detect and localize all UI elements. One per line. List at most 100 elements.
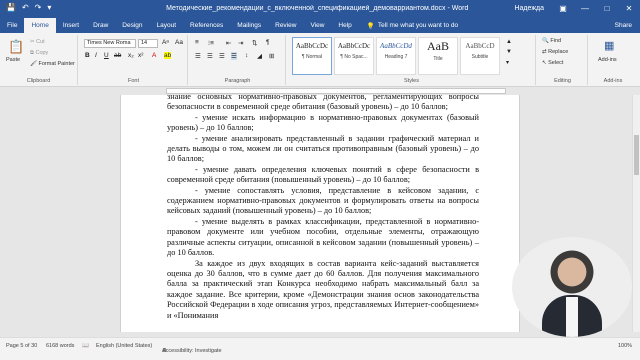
maximize-icon[interactable]: □ <box>596 4 618 13</box>
scroll-thumb[interactable] <box>634 135 639 175</box>
user-name[interactable]: Надежда <box>514 5 544 12</box>
document-paragraph[interactable]: - умение анализировать представленный в … <box>167 134 479 165</box>
sort-icon[interactable]: ⇅ <box>252 39 257 47</box>
addins-icon[interactable]: ▦ <box>604 39 614 52</box>
page-count[interactable]: Page 5 of 30 <box>6 343 37 349</box>
tab-file[interactable]: File <box>0 18 24 33</box>
title-bar: 💾 ↶ ↷ ▾ Методические_рекомендации_с_вклю… <box>0 0 640 16</box>
redo-icon[interactable]: ↷ <box>35 4 42 12</box>
customize-qat-icon[interactable]: ▾ <box>47 4 51 12</box>
zoom-level[interactable]: 100% <box>618 343 632 349</box>
justify-icon[interactable]: ☰ <box>231 52 237 60</box>
styles-scroll-up-icon[interactable]: ▲ <box>506 39 512 45</box>
style-subtitle-preview: AaBbCcD <box>465 42 495 50</box>
bullets-icon[interactable]: ≡ <box>195 39 199 46</box>
styles-more-icon[interactable]: ▾ <box>506 59 509 66</box>
save-icon[interactable]: 💾 <box>6 4 16 12</box>
paste-icon[interactable]: 📋 <box>8 39 24 55</box>
font-group-label: Font <box>127 78 139 84</box>
numbering-icon[interactable]: ⁝≡ <box>208 39 214 47</box>
style-normal[interactable]: AaBbCcDc ¶ Normal <box>292 37 332 75</box>
paste-button[interactable]: Paste <box>6 57 20 63</box>
addins-button[interactable]: Add-ins <box>598 57 617 63</box>
subscript-icon[interactable]: x₂ <box>128 52 134 59</box>
borders-icon[interactable]: ⊞ <box>269 52 274 60</box>
style-no-spacing-name: ¶ No Spac... <box>340 54 368 60</box>
paintbrush-icon: 🖌 <box>30 61 37 67</box>
tab-help[interactable]: Help <box>331 18 358 33</box>
replace-label: Replace <box>548 49 569 55</box>
ruler-bar <box>166 88 506 94</box>
format-painter-button[interactable]: 🖌 Format Painter <box>30 61 75 67</box>
find-button[interactable]: 🔍 Find <box>542 38 561 44</box>
pilcrow-icon[interactable]: ¶ <box>266 39 270 46</box>
document-body[interactable]: знание основных нормативно-правовых доку… <box>167 95 479 321</box>
editing-group: 🔍 Find ⇄ Replace ↖ Select Editing <box>538 35 588 85</box>
document-title: Методические_рекомендации_с_включенной_с… <box>166 4 469 12</box>
font-name-select[interactable]: Times New Roma <box>84 39 136 48</box>
tab-mailings[interactable]: Mailings <box>230 18 268 33</box>
lightbulb-icon: 💡 <box>366 22 375 30</box>
line-spacing-icon[interactable]: ↕ <box>245 52 248 59</box>
tab-home[interactable]: Home <box>24 18 56 33</box>
ribbon-display-icon[interactable]: ▣ <box>552 4 574 13</box>
document-paragraph[interactable]: - умение давать определения ключевых пон… <box>167 165 479 186</box>
bold-icon[interactable]: B <box>85 52 90 59</box>
style-normal-name: ¶ Normal <box>301 54 323 60</box>
tab-view[interactable]: View <box>303 18 331 33</box>
vertical-scrollbar[interactable] <box>632 95 640 332</box>
underline-icon[interactable]: U <box>104 52 109 59</box>
align-right-icon[interactable]: ☰ <box>219 52 225 60</box>
share-button[interactable]: Share <box>607 18 640 33</box>
accessibility-label: Accessibility: Investigate <box>162 348 222 354</box>
tab-design[interactable]: Design <box>115 18 149 33</box>
proofing-icon[interactable]: 📖 <box>82 343 89 349</box>
style-no-spacing[interactable]: AaBbCcDc ¶ No Spac... <box>334 37 374 75</box>
tell-me-box[interactable]: 💡 Tell me what you want to do <box>359 18 458 33</box>
webcam-overlay <box>512 237 632 337</box>
word-count[interactable]: 6168 words <box>46 343 74 349</box>
tab-insert[interactable]: Insert <box>56 18 86 33</box>
tab-draw[interactable]: Draw <box>86 18 115 33</box>
tab-review[interactable]: Review <box>268 18 303 33</box>
minimize-icon[interactable]: — <box>574 4 596 13</box>
change-case-icon[interactable]: Aa <box>175 39 183 46</box>
cut-button[interactable]: ✂ Cut <box>30 39 45 45</box>
document-paragraph[interactable]: знание основных нормативно-правовых доку… <box>167 95 479 113</box>
shading-icon[interactable]: ◢ <box>257 52 262 60</box>
status-bar: Page 5 of 30 6168 words 📖 English (Unite… <box>0 337 640 360</box>
align-center-icon[interactable]: ☰ <box>207 52 213 60</box>
document-page[interactable]: знание основных нормативно-правовых доку… <box>120 95 520 332</box>
style-heading-7[interactable]: AaBbCcDd Heading 7 <box>376 37 416 75</box>
tab-references[interactable]: References <box>183 18 230 33</box>
styles-scroll-down-icon[interactable]: ▼ <box>506 49 512 55</box>
tab-layout[interactable]: Layout <box>150 18 184 33</box>
increase-indent-icon[interactable]: ⇥ <box>238 39 243 47</box>
font-size-select[interactable]: 14 <box>138 39 158 48</box>
ribbon-home: 📋 Paste ✂ Cut ⧉ Copy 🖌 Format Painter Cl… <box>0 33 640 87</box>
italic-icon[interactable]: I <box>95 52 97 59</box>
copy-button[interactable]: ⧉ Copy <box>30 50 48 57</box>
decrease-indent-icon[interactable]: ⇤ <box>226 39 231 47</box>
document-paragraph[interactable]: - умение сопоставлять условия, представл… <box>167 186 479 217</box>
close-icon[interactable]: ✕ <box>618 4 640 13</box>
document-paragraph[interactable]: - умение искать информацию в нормативно-… <box>167 113 479 134</box>
undo-icon[interactable]: ↶ <box>22 4 29 12</box>
select-button[interactable]: ↖ Select <box>542 60 563 66</box>
style-title[interactable]: AaB Title <box>418 37 458 75</box>
highlight-icon[interactable]: ab <box>164 52 172 59</box>
style-title-preview: AaB <box>427 39 449 53</box>
align-left-icon[interactable]: ☰ <box>195 52 201 60</box>
font-color-icon[interactable]: A <box>152 52 156 59</box>
document-paragraph[interactable]: - умение выделять в рамках классификации… <box>167 217 479 259</box>
superscript-icon[interactable]: x² <box>138 52 143 59</box>
replace-button[interactable]: ⇄ Replace <box>542 49 568 55</box>
language-status[interactable]: English (United States) <box>96 343 152 349</box>
document-paragraph[interactable]: За каждое из двух входящих в состав вари… <box>167 259 479 321</box>
grow-font-icon[interactable]: Aᵃ <box>162 39 169 46</box>
quick-access-toolbar: 💾 ↶ ↷ ▾ <box>0 4 120 12</box>
clipboard-group: 📋 Paste ✂ Cut ⧉ Copy 🖌 Format Painter Cl… <box>0 35 78 85</box>
strikethrough-icon[interactable]: ab <box>114 52 121 59</box>
style-subtitle[interactable]: AaBbCcD Subtitle <box>460 37 500 75</box>
horizontal-ruler[interactable] <box>0 87 640 95</box>
